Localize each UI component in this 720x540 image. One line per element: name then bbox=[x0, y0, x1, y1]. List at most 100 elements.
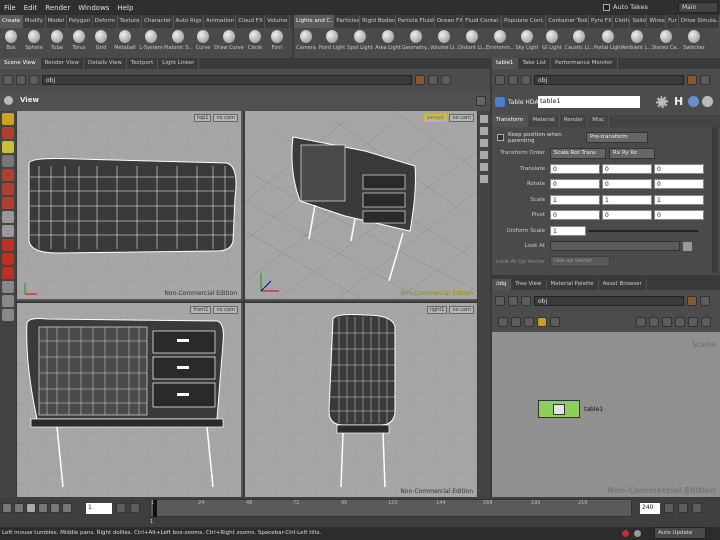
network-option-icon[interactable] bbox=[675, 317, 685, 327]
network-tool-icon[interactable] bbox=[511, 317, 521, 327]
shelf-tab-ocean-fx[interactable]: Ocean FX bbox=[435, 15, 464, 28]
rotate-y-field[interactable]: 0 bbox=[602, 179, 652, 190]
camera-chip[interactable]: no cam bbox=[213, 306, 238, 314]
keys-button[interactable] bbox=[130, 503, 140, 513]
scale-y-field[interactable]: 1 bbox=[602, 194, 652, 205]
shelf-tab-drive-sim[interactable]: Drive Simula... bbox=[679, 15, 720, 28]
forward-button[interactable] bbox=[16, 75, 26, 85]
help-icon[interactable]: H bbox=[674, 95, 683, 108]
help-question-icon[interactable] bbox=[702, 96, 713, 107]
font-tool[interactable]: Font bbox=[266, 28, 288, 58]
network-editor[interactable]: Scene table1 Non-Commercial Edition bbox=[492, 332, 720, 497]
tab-scene-view[interactable]: Scene View bbox=[0, 58, 41, 69]
shelf-tab-cloth[interactable]: Cloth bbox=[613, 15, 631, 28]
frame-step-button[interactable] bbox=[116, 503, 126, 513]
back-button[interactable] bbox=[495, 75, 505, 85]
pose-tool-icon[interactable] bbox=[2, 183, 14, 195]
caustic-light-tool[interactable]: Caustic Li... bbox=[564, 28, 594, 58]
link-button[interactable] bbox=[428, 75, 438, 85]
scale-x-field[interactable]: 1 bbox=[550, 194, 600, 205]
forward-button[interactable] bbox=[508, 296, 518, 306]
shelf-tab-lights[interactable]: Lights and C... bbox=[294, 15, 335, 28]
render-region-icon[interactable] bbox=[2, 267, 14, 279]
keep-position-select[interactable]: Pre-transform bbox=[586, 132, 648, 144]
gi-light-tool[interactable]: GI Light bbox=[540, 28, 564, 58]
table1-node[interactable] bbox=[538, 400, 580, 418]
shelf-tab-modify[interactable]: Modify bbox=[23, 15, 46, 28]
timeline-option-button[interactable] bbox=[692, 503, 702, 513]
menu-edit[interactable]: Edit bbox=[20, 4, 42, 12]
magnet-icon[interactable] bbox=[2, 239, 14, 251]
network-tool-icon[interactable] bbox=[550, 317, 560, 327]
menu-file[interactable]: File bbox=[0, 4, 20, 12]
select-tool-icon[interactable] bbox=[2, 113, 14, 125]
menu-help[interactable]: Help bbox=[113, 4, 137, 12]
status-icon[interactable] bbox=[634, 530, 641, 537]
rotation-order-select[interactable]: Rx Ry Rz bbox=[609, 147, 655, 159]
shelf-tab-container-tools[interactable]: Container Tools bbox=[546, 15, 590, 28]
geometry-light-tool[interactable]: Geometry... bbox=[402, 28, 430, 58]
rotate-x-field[interactable]: 0 bbox=[550, 179, 600, 190]
viewport-right[interactable]: right1 no cam Non-Commercial Edition bbox=[245, 303, 477, 497]
display-option-icon[interactable] bbox=[480, 115, 488, 123]
tab-light-linker[interactable]: Light Linker bbox=[158, 58, 200, 69]
gear-icon[interactable] bbox=[656, 96, 668, 108]
pane-menu-button[interactable] bbox=[700, 296, 710, 306]
tab-table1[interactable]: table1 bbox=[492, 58, 519, 69]
end-frame-field[interactable]: 240 bbox=[640, 503, 660, 514]
distant-light-tool[interactable]: Distant Li... bbox=[458, 28, 486, 58]
network-option-icon[interactable] bbox=[688, 317, 698, 327]
torus-tool[interactable]: Torus bbox=[68, 28, 90, 58]
stereo-camera-tool[interactable]: Stereo Ca... bbox=[652, 28, 680, 58]
volume-light-tool[interactable]: Volume Li... bbox=[430, 28, 458, 58]
pivot-z-field[interactable]: 0 bbox=[654, 210, 704, 221]
tab-material[interactable]: Material bbox=[528, 115, 560, 127]
tab-render-view[interactable]: Render View bbox=[41, 58, 84, 69]
network-tool-icon[interactable] bbox=[524, 317, 534, 327]
network-tool-icon[interactable] bbox=[537, 317, 547, 327]
look-at-field[interactable] bbox=[550, 241, 680, 252]
display-option-icon[interactable] bbox=[480, 139, 488, 147]
view-name-chip[interactable]: right1 bbox=[426, 306, 448, 314]
spot-light-tool[interactable]: Spot Light bbox=[346, 28, 374, 58]
snap-icon[interactable] bbox=[2, 225, 14, 237]
shelf-tab-solid[interactable]: Solid bbox=[630, 15, 648, 28]
timeline-option-button[interactable] bbox=[678, 503, 688, 513]
tab-obj-network[interactable]: /obj bbox=[492, 279, 512, 290]
network-path-field[interactable]: obj bbox=[534, 296, 684, 306]
pane-menu-button[interactable] bbox=[441, 75, 451, 85]
goto-end-button[interactable] bbox=[62, 503, 72, 513]
tube-tool[interactable]: Tube bbox=[46, 28, 68, 58]
display-icon[interactable] bbox=[2, 281, 14, 293]
viewport-top[interactable]: top1 no cam Non-Commercial Edition bbox=[17, 111, 243, 301]
shelf-tab-character[interactable]: Character bbox=[142, 15, 174, 28]
camera-chip[interactable]: no cam bbox=[213, 114, 238, 122]
shading-icon[interactable] bbox=[2, 295, 14, 307]
environment-light-tool[interactable]: Environm... bbox=[486, 28, 514, 58]
tab-material-palette[interactable]: Material Palette bbox=[547, 279, 599, 290]
uniform-scale-field[interactable]: 1 bbox=[550, 225, 586, 236]
shelf-tab-fur[interactable]: Fur bbox=[666, 15, 679, 28]
view-name-chip[interactable]: top1 bbox=[194, 114, 212, 122]
pivot-x-field[interactable]: 0 bbox=[550, 210, 600, 221]
current-frame-field[interactable]: 1 bbox=[86, 503, 112, 514]
camera-tool[interactable]: Camera bbox=[294, 28, 318, 58]
network-option-icon[interactable] bbox=[649, 317, 659, 327]
keep-position-checkbox[interactable] bbox=[497, 134, 504, 142]
tab-take-list[interactable]: Take List bbox=[518, 58, 551, 69]
pin-button[interactable] bbox=[687, 75, 697, 85]
rotate-z-field[interactable]: 0 bbox=[654, 179, 704, 190]
shelf-tab-fluid-container[interactable]: Fluid Contai... bbox=[463, 15, 503, 28]
param-scrollbar[interactable] bbox=[712, 127, 718, 273]
platonic-tool[interactable]: Platonic S... bbox=[164, 28, 192, 58]
back-button[interactable] bbox=[3, 75, 13, 85]
step-back-button[interactable] bbox=[14, 503, 24, 513]
box-tool[interactable]: Box bbox=[0, 28, 22, 58]
tab-misc[interactable]: Misc bbox=[588, 115, 610, 127]
cam-tool-icon[interactable] bbox=[2, 253, 14, 265]
tab-details-view[interactable]: Details View bbox=[84, 58, 127, 69]
metaball-tool[interactable]: Metaball bbox=[112, 28, 138, 58]
tab-asset-browser[interactable]: Asset Browser bbox=[599, 279, 647, 290]
sphere-tool[interactable]: Sphere bbox=[22, 28, 46, 58]
viewport-front[interactable]: front1 no cam bbox=[17, 303, 243, 497]
